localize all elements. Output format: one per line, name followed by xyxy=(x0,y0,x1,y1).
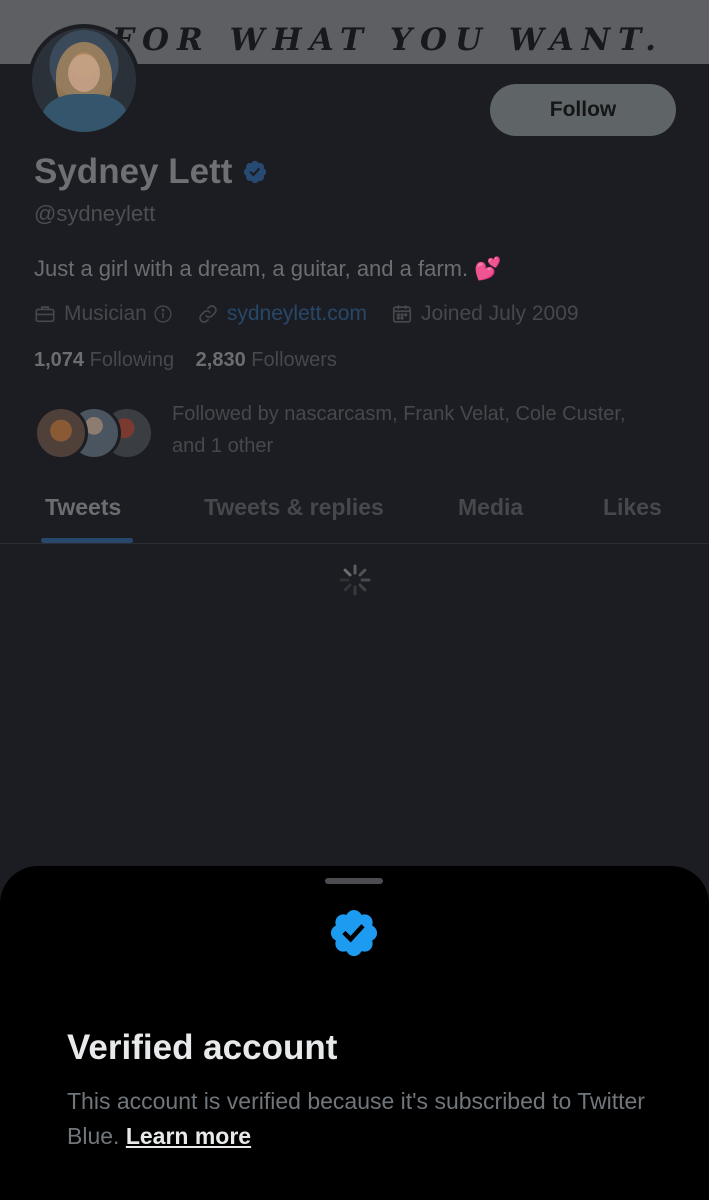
bio-emoji: 💕 xyxy=(474,256,502,281)
verified-bottom-sheet: Verified account This account is verifie… xyxy=(0,866,709,1200)
briefcase-icon xyxy=(35,306,55,323)
joined-label: Joined July 2009 xyxy=(420,302,579,325)
sheet-title: Verified account xyxy=(67,1028,338,1067)
follower-avatar xyxy=(34,406,88,460)
followers-label: Followers xyxy=(251,349,337,371)
verified-badge-icon[interactable] xyxy=(242,159,268,185)
followed-by-text[interactable]: Followed by nascarcasm, Frank Velat, Col… xyxy=(172,398,642,462)
sheet-grabber[interactable] xyxy=(325,878,383,884)
profile-stats: 1,074 Following 2,830 Followers xyxy=(34,349,353,372)
category-label: Musician xyxy=(64,302,147,325)
profile-bio: Just a girl with a dream, a guitar, and … xyxy=(34,256,502,282)
profile-avatar[interactable] xyxy=(28,24,140,136)
tab-tweets-replies[interactable]: Tweets & replies xyxy=(204,494,384,521)
followed-by-avatars[interactable] xyxy=(34,406,164,462)
tab-likes[interactable]: Likes xyxy=(603,494,662,521)
profile-handle: @sydneylett xyxy=(34,201,156,226)
following-count: 1,074 xyxy=(34,349,85,371)
info-icon[interactable] xyxy=(153,304,173,324)
tab-tweets[interactable]: Tweets xyxy=(45,494,121,521)
following-stat[interactable]: 1,074 Following xyxy=(34,349,196,371)
avatar-shirt xyxy=(42,94,128,132)
joined-item: Joined July 2009 xyxy=(391,302,579,326)
profile-meta: Musician sydneylett.com Joined July 2009 xyxy=(34,302,603,326)
loading-spinner-icon xyxy=(339,564,371,596)
website-item[interactable]: sydneylett.com xyxy=(197,302,367,326)
category-item: Musician xyxy=(34,302,173,326)
calendar-icon xyxy=(392,305,412,323)
tab-media[interactable]: Media xyxy=(458,494,523,521)
following-label: Following xyxy=(89,349,175,371)
follow-button[interactable]: Follow xyxy=(490,84,676,136)
profile-tabs: Tweets Tweets & replies Media Likes xyxy=(0,486,709,544)
followers-stat[interactable]: 2,830 Followers xyxy=(196,349,353,371)
sheet-body: This account is verified because it's su… xyxy=(67,1084,667,1154)
verified-badge-icon xyxy=(330,909,378,957)
link-icon xyxy=(199,305,217,323)
display-name: Sydney Lett xyxy=(34,152,233,191)
active-tab-indicator xyxy=(41,538,133,543)
profile-name-row: Sydney Lett xyxy=(34,152,268,192)
bio-text: Just a girl with a dream, a guitar, and … xyxy=(34,256,469,281)
avatar-face xyxy=(68,54,100,92)
website-link[interactable]: sydneylett.com xyxy=(227,302,367,326)
banner-text: FOR WHAT YOU WANT. xyxy=(112,22,664,58)
followers-count: 2,830 xyxy=(195,349,246,371)
learn-more-link[interactable]: Learn more xyxy=(126,1123,251,1149)
